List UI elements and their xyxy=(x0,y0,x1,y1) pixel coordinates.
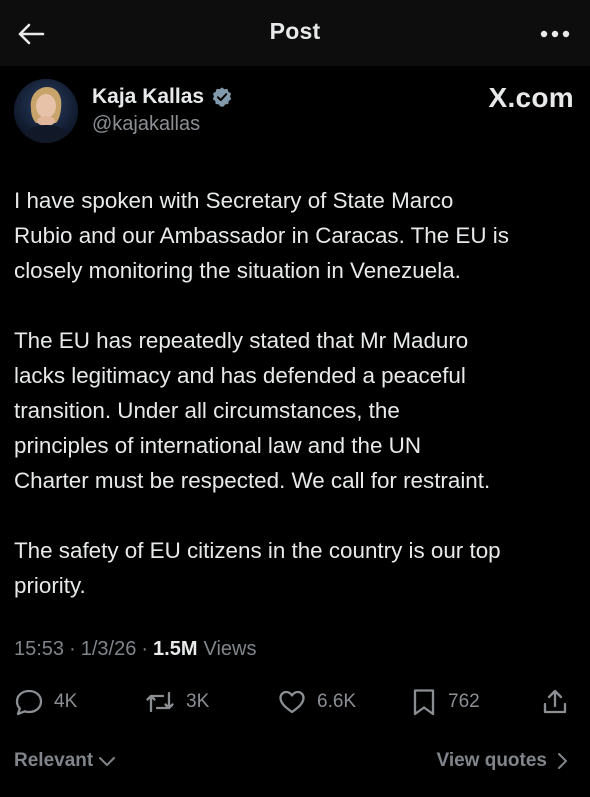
post-text: I have spoken with Secretary of State Ma… xyxy=(14,183,576,638)
post-date: 1/3/26 xyxy=(80,638,137,660)
like-button[interactable]: 6.6K xyxy=(277,684,356,720)
repost-button[interactable]: 3K xyxy=(144,684,209,720)
verified-badge-icon xyxy=(212,87,232,107)
like-icon xyxy=(279,690,305,714)
reply-button[interactable]: 4K xyxy=(14,684,77,720)
bookmark-button[interactable]: 762 xyxy=(410,684,480,720)
xcom-watermark: X.com xyxy=(488,82,574,113)
author-handle[interactable]: @kajakallas xyxy=(92,113,200,136)
share-button[interactable] xyxy=(540,684,570,720)
repost-icon xyxy=(146,691,174,713)
more-horizontal-icon xyxy=(540,30,570,38)
like-count: 6.6K xyxy=(317,691,357,712)
avatar[interactable] xyxy=(14,79,78,143)
action-bar: 4K 3K 6.6K 762 xyxy=(14,684,576,720)
share-icon xyxy=(543,689,567,714)
separator-dot: · xyxy=(141,638,149,660)
bookmark-count: 762 xyxy=(448,691,480,712)
reply-icon xyxy=(15,689,43,716)
post-meta: 15:53 · 1/3/26 · 1.5M Views xyxy=(14,638,256,661)
separator-dot: · xyxy=(69,638,76,660)
chevron-right-icon xyxy=(558,753,567,769)
author-name[interactable]: Kaja Kallas xyxy=(92,85,204,109)
post-paragraph: The safety of EU citizens in the country… xyxy=(14,538,501,598)
more-options-button[interactable] xyxy=(538,22,572,46)
page-title: Post xyxy=(269,18,321,44)
chevron-down-icon xyxy=(99,757,116,766)
post-paragraph: The EU has repeatedly stated that Mr Mad… xyxy=(14,328,491,493)
view-quotes-label: View quotes xyxy=(436,750,547,771)
sort-dropdown[interactable]: Relevant xyxy=(14,750,116,772)
author-name-row: Kaja Kallas xyxy=(92,85,233,109)
replies-footer: Relevant View quotes xyxy=(14,748,576,778)
reply-count: 4K xyxy=(54,691,78,712)
view-quotes-link[interactable]: View quotes xyxy=(436,750,568,772)
sort-label: Relevant xyxy=(14,750,94,771)
views-count: 1.5M xyxy=(153,638,198,660)
top-bar: Post xyxy=(0,0,590,66)
post-time: 15:53 xyxy=(14,638,65,660)
post-paragraph: I have spoken with Secretary of State Ma… xyxy=(14,188,509,283)
bookmark-icon xyxy=(413,689,435,716)
repost-count: 3K xyxy=(186,691,210,712)
views-label: Views xyxy=(203,638,257,660)
